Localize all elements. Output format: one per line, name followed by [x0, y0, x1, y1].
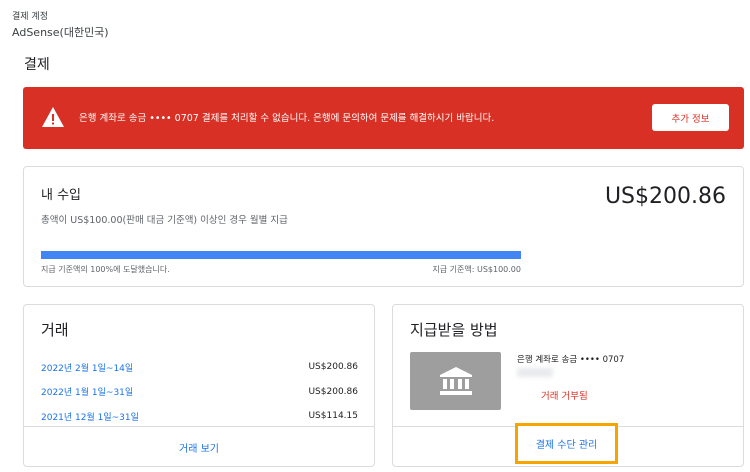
payment-threshold-progress-bar [41, 251, 521, 259]
payment-method-status: 거래 거부됨 [541, 391, 588, 402]
transaction-date-link[interactable]: 2022년 2월 1일~14일 [41, 361, 133, 374]
payment-threshold-label: 지급 기준액: US$100.00 [432, 265, 521, 274]
warning-icon [42, 107, 64, 127]
earnings-amount: US$200.86 [604, 184, 726, 209]
payment-method-title: 지급받을 방법 [410, 321, 498, 339]
payment-method-name: 은행 계좌로 송금 •••• 0707 [517, 355, 625, 365]
alert-message: 은행 계좌로 송금 •••• 0707 결제를 처리할 수 없습니다. 은행에 … [79, 113, 495, 124]
redacted-account-detail [517, 368, 553, 377]
transactions-list: 2022년 2월 1일~14일 US$200.86 2022년 1월 1일~31… [41, 355, 358, 429]
manage-payment-methods-link[interactable]: 결제 수단 관리 [515, 423, 618, 464]
transaction-row: 2022년 1월 1일~31일 US$200.86 [41, 380, 358, 405]
view-transactions-link[interactable]: 거래 보기 [24, 427, 374, 467]
transaction-row: 2021년 12월 1일~31일 US$114.15 [41, 404, 358, 429]
earnings-title: 내 수입 [41, 188, 82, 203]
transactions-title: 거래 [41, 321, 69, 339]
account-label: 결제 계정 [12, 12, 48, 22]
transaction-date-link[interactable]: 2021년 12월 1일~31일 [41, 410, 139, 423]
payment-method-card: 지급받을 방법 은행 계좌로 송금 •••• 0707 거래 거부됨 결제 수단… [392, 304, 744, 467]
progress-status-label: 지급 기준액의 100%에 도달했습니다. [41, 265, 170, 274]
transaction-date-link[interactable]: 2022년 1월 1일~31일 [41, 385, 133, 398]
account-name: AdSense(대한민국) [12, 26, 109, 39]
transactions-card: 거래 2022년 2월 1일~14일 US$200.86 2022년 1월 1일… [23, 304, 375, 467]
transaction-row: 2022년 2월 1일~14일 US$200.86 [41, 355, 358, 380]
transaction-amount: US$200.86 [308, 362, 358, 373]
progress-fill [41, 251, 521, 259]
transaction-amount: US$114.15 [308, 411, 358, 422]
earnings-card: 내 수입 US$200.86 총액이 US$100.00(판매 대금 기준액) … [23, 166, 744, 287]
transaction-amount: US$200.86 [308, 386, 358, 397]
earnings-description: 총액이 US$100.00(판매 대금 기준액) 이상인 경우 월별 지급 [41, 215, 288, 226]
error-alert-banner: 은행 계좌로 송금 •••• 0707 결제를 처리할 수 없습니다. 은행에 … [23, 87, 744, 149]
bank-icon [439, 367, 472, 395]
bank-tile [410, 352, 501, 410]
page-title: 결제 [24, 57, 50, 73]
more-info-button[interactable]: 추가 정보 [652, 104, 729, 131]
